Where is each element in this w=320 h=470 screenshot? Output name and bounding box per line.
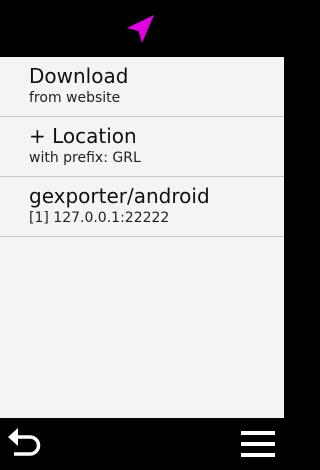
back-arrow-icon[interactable]: [6, 426, 44, 460]
status-header: [0, 0, 284, 57]
list-item-gexporter[interactable]: gexporter/android [1] 127.0.0.1:22222: [0, 177, 284, 237]
list-item-download[interactable]: Download from website: [0, 57, 284, 117]
navigation-arrow-icon: [127, 15, 154, 43]
hamburger-menu-icon[interactable]: [240, 428, 276, 460]
list-item-title: Download: [29, 64, 129, 88]
device-screen: Download from website + Location with pr…: [0, 0, 284, 470]
list-item-subtitle: from website: [29, 90, 121, 106]
list-item-add-location[interactable]: + Location with prefix: GRL: [0, 117, 284, 177]
list-item-title: + Location: [29, 124, 137, 148]
list-item-subtitle: with prefix: GRL: [29, 150, 141, 166]
list-item-title: gexporter/android: [29, 184, 210, 208]
list-item-subtitle: [1] 127.0.0.1:22222: [29, 210, 170, 226]
bottom-toolbar: [0, 418, 284, 470]
menu-list: Download from website + Location with pr…: [0, 57, 284, 418]
